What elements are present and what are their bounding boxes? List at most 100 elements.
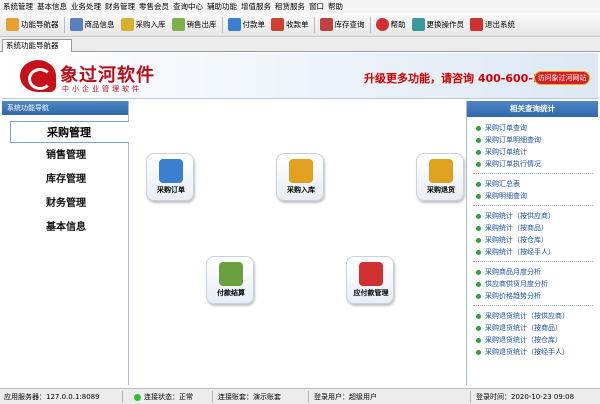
toolbar-separator [221, 16, 223, 33]
query-link[interactable]: 采购价格趋势分析 [476, 291, 541, 301]
workspace: 采购订单 采购入库 采购退货 付款结算 应付款管理 [129, 101, 465, 385]
menu-value-added[interactable]: 增值服务 [241, 1, 271, 12]
inventory-icon [319, 18, 333, 31]
divider [473, 305, 593, 306]
bullet-icon [476, 249, 481, 255]
query-link[interactable]: 采购统计（按商品） [476, 223, 548, 233]
bullet-icon [476, 237, 481, 243]
home-icon [6, 18, 19, 31]
exit-icon [470, 18, 483, 31]
status-divider [212, 391, 213, 403]
visit-website-button[interactable]: 访问象过河网站 [534, 71, 590, 85]
purchase-in-button[interactable]: 采购入库 [276, 153, 324, 201]
related-queries-panel: 相关查询统计 采购订单查询 采购订单明细查询 采购订单统计 采购订单执行情况 采… [466, 101, 598, 385]
tab-strip: 系统功能导航器 [0, 37, 600, 52]
nav-item-sales[interactable]: 销售管理 [10, 145, 129, 167]
bullet-icon [476, 213, 481, 219]
query-link[interactable]: 采购退货统计（按经手人） [476, 347, 569, 357]
menu-bar: 系统管理 基本信息 业务处理 财务管理 零售会员 查询中心 辅助功能 增值服务 … [0, 0, 600, 13]
toolbar-exit-button[interactable]: 退出系统 [467, 15, 518, 35]
tab-navigator[interactable]: 系统功能导航器 [2, 39, 72, 52]
query-link[interactable]: 采购统计（按经手人） [476, 247, 555, 257]
nav-item-purchase[interactable]: 采购管理 [10, 121, 129, 143]
query-link[interactable]: 采购退货统计（按供应商） [476, 311, 569, 321]
purchase-order-button[interactable]: 采购订单 [146, 153, 194, 201]
toolbar-separator [63, 16, 65, 33]
payable-icon [359, 262, 383, 286]
query-link[interactable]: 采购统计（按供应商） [476, 211, 555, 221]
banner: 象过河软件 中小企业管理软件 升级更多功能，请咨询 400-600-1168 访… [2, 53, 598, 99]
menu-finance[interactable]: 财务管理 [105, 1, 135, 12]
query-link[interactable]: 采购明细查询 [476, 191, 527, 201]
function-nav: 系统功能导航 采购管理 销售管理 库存管理 财务管理 基本信息 [2, 101, 129, 385]
bullet-icon [476, 137, 481, 143]
purchase-order-icon [159, 159, 183, 183]
status-divider [122, 391, 123, 403]
server-status: 应用服务器：127.0.0.1:8089 [4, 393, 100, 401]
menu-window[interactable]: 窗口 [309, 1, 324, 12]
menu-basic-info[interactable]: 基本信息 [37, 1, 67, 12]
toolbar-navigator-button[interactable]: 功能导航器 [3, 15, 62, 35]
divider [473, 205, 593, 206]
bullet-icon [476, 349, 481, 355]
payment-settle-icon [219, 262, 243, 286]
panel-header: 相关查询统计 [467, 101, 598, 117]
menu-lease[interactable]: 租赁服务 [275, 1, 305, 12]
query-link[interactable]: 采购统计（按仓库） [476, 235, 548, 245]
toolbar-purchase-in-button[interactable]: 采购入库 [118, 15, 169, 35]
divider [473, 173, 593, 174]
logo-icon [20, 60, 56, 92]
bullet-icon [476, 325, 481, 331]
menu-query[interactable]: 查询中心 [173, 1, 203, 12]
menu-help[interactable]: 帮助 [328, 1, 343, 12]
toolbar-product-button[interactable]: 商品信息 [67, 15, 118, 35]
toolbar-inventory-button[interactable]: 库存查询 [317, 15, 368, 35]
status-bar: 应用服务器：127.0.0.1:8089 连接状态：正常 连接账套：演示账套 登… [0, 388, 600, 404]
toolbar-sales-out-button[interactable]: 销售出库 [169, 15, 220, 35]
query-link[interactable]: 采购退货统计（按仓库） [476, 335, 562, 345]
toolbar-receipt-button[interactable]: 收款单 [268, 15, 312, 35]
bullet-icon [476, 313, 481, 319]
sales-out-icon [171, 18, 185, 31]
bullet-icon [476, 337, 481, 343]
query-link[interactable]: 采购商品月度分析 [476, 267, 541, 277]
query-link[interactable]: 采购订单执行情况 [476, 159, 541, 169]
account-status: 连接账套：演示账套 [218, 393, 281, 401]
login-time-status: 登录时间：2020-10-23 09:08 [476, 393, 575, 401]
status-divider [470, 391, 471, 403]
bullet-icon [476, 293, 481, 299]
toolbar-switch-user-button[interactable]: 更换操作员 [409, 15, 468, 35]
toolbar-help-button[interactable]: 帮助 [373, 15, 409, 35]
menu-business[interactable]: 业务处理 [71, 1, 101, 12]
nav-item-finance[interactable]: 财务管理 [10, 193, 129, 215]
purchase-in-icon [120, 18, 134, 31]
menu-tools[interactable]: 辅助功能 [207, 1, 237, 12]
bullet-icon [476, 149, 481, 155]
switch-user-icon [411, 18, 425, 31]
query-link[interactable]: 采购订单明细查询 [476, 135, 541, 145]
purchase-in-icon [289, 159, 313, 183]
query-link[interactable]: 供应商供货月度分析 [476, 279, 548, 289]
purchase-return-button[interactable]: 采购退货 [416, 153, 464, 201]
divider [473, 261, 593, 262]
payment-icon [227, 18, 241, 31]
query-link[interactable]: 采购订单查询 [476, 123, 527, 133]
status-divider [308, 391, 309, 403]
bullet-icon [476, 181, 481, 187]
receipt-icon [271, 18, 284, 31]
toolbar-payment-button[interactable]: 付款单 [225, 15, 269, 35]
nav-item-inventory[interactable]: 库存管理 [10, 169, 129, 191]
toolbar-separator [369, 16, 371, 33]
bullet-icon [476, 225, 481, 231]
payment-settle-button[interactable]: 付款结算 [206, 256, 254, 304]
nav-item-basic-info[interactable]: 基本信息 [10, 217, 129, 239]
bullet-icon [476, 125, 481, 131]
query-link[interactable]: 采购退货统计（按商品） [476, 323, 562, 333]
query-link[interactable]: 采购汇总表 [476, 179, 520, 189]
tab-label: 系统功能导航器 [6, 41, 59, 50]
panel-body: 采购订单查询 采购订单明细查询 采购订单统计 采购订单执行情况 采购汇总表 采购… [467, 117, 598, 385]
query-link[interactable]: 采购订单统计 [476, 147, 527, 157]
menu-system[interactable]: 系统管理 [3, 1, 33, 12]
payable-button[interactable]: 应付款管理 [346, 256, 394, 304]
menu-retail[interactable]: 零售会员 [139, 1, 169, 12]
